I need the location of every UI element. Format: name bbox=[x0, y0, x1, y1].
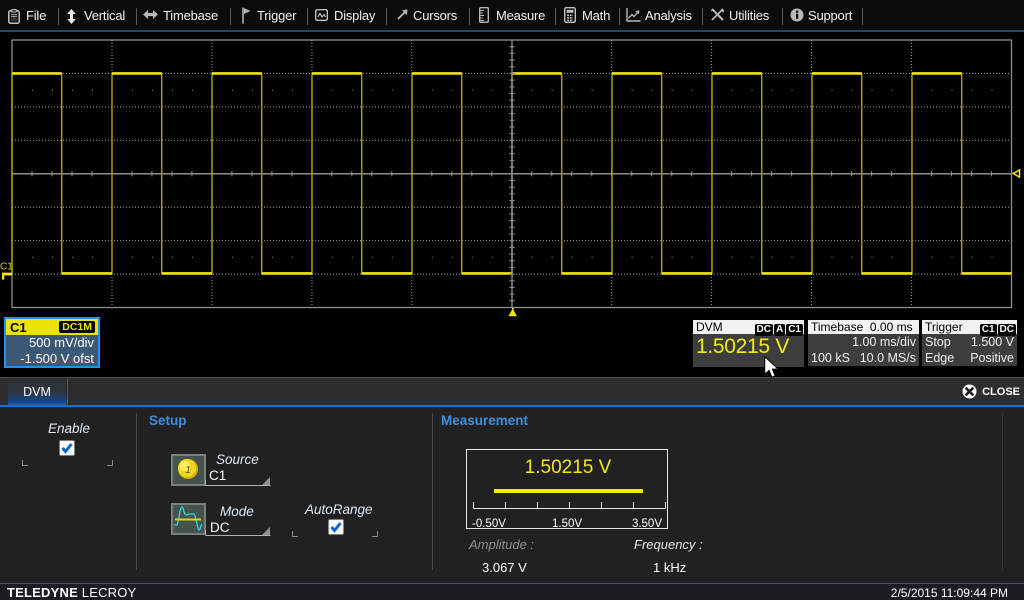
svg-text:1: 1 bbox=[185, 465, 191, 476]
svg-text:C1: C1 bbox=[0, 262, 13, 273]
